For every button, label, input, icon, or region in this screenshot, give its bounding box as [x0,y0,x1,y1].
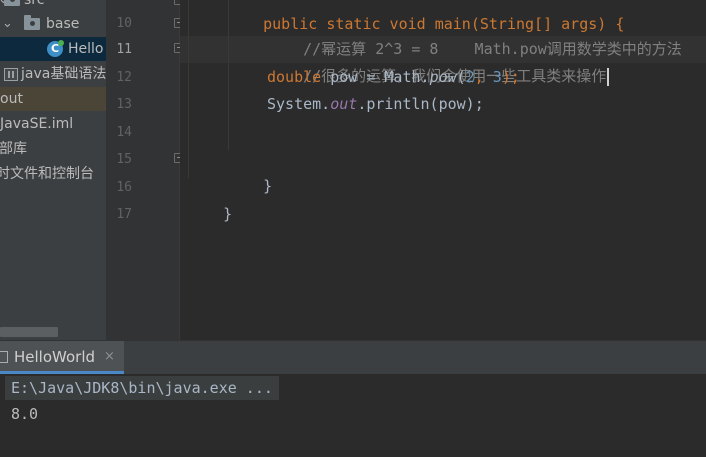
indent-guide [188,0,189,178]
horizontal-scrollbar[interactable] [0,327,58,337]
code-text: System. [267,95,331,113]
code-brace: } [263,177,273,195]
code-brace: } [223,205,233,223]
code-text: ( [456,68,466,86]
code-method: pow [429,68,457,86]
code-line-11: //很多的运算，我们会使用一些工具类来操作 [267,36,610,86]
code-keyword: double [267,68,322,86]
line-number: 15 [116,152,132,167]
run-tool-window-tabbar: HelloWorld × [0,340,706,374]
line-number: 10 [116,16,132,31]
code-line-16: } [187,174,232,223]
code-line-10: //幂运算 2^3 = 8 Math.pow调用数学类中的方法 [267,9,682,58]
tree-item-base[interactable]: ⌄ base [0,12,106,36]
folder-icon [4,0,20,6]
code-text: .println(pow); [357,95,484,113]
tab-helloworld[interactable]: HelloWorld × [0,341,124,374]
tree-item-label: 部库 [0,141,27,157]
tree-item-scratches[interactable]: 时文件和控制台 [0,162,106,186]
tree-item-javase-iml[interactable]: JavaSE.iml [0,112,106,136]
tree-item-label: src [24,0,45,8]
console-output: 8.0 [11,405,39,423]
code-field: out [330,95,358,113]
line-number: 12 [116,70,132,85]
line-number-current: 11 [116,42,132,57]
tree-item-src[interactable]: ⌄ src [0,0,106,12]
code-line-15: } [227,146,272,195]
chevron-down-icon[interactable]: ⌄ [2,12,13,36]
tree-item-out[interactable]: out [0,87,106,111]
line-number: 16 [116,180,132,195]
text-caret [607,67,610,86]
tree-item-hello[interactable]: C Hello [0,37,106,61]
code-line-13: System.out.println(pow); [267,91,484,118]
close-icon[interactable]: × [104,341,115,373]
tree-item-label: Hello [68,41,104,57]
tree-item-label: JavaSE.iml [0,116,74,132]
code-number: 3 [492,68,502,86]
tree-item-label: out [0,91,23,107]
code-text: , [474,68,493,86]
tree-item-external-libraries[interactable]: 部库 [0,137,106,161]
console-command-line[interactable]: E:\Java\JDK8\bin\java.exe ... [5,376,279,400]
tree-item-label: 时文件和控制台 [0,166,94,182]
code-text: pow = Math. [321,68,430,86]
tree-item-label: java基础语法 [21,66,106,82]
project-panel: ⌄ src ⌄ base C Hello java基础语法 out JavaSE… [0,0,106,340]
code-editor[interactable]: public static void main(String[] args) {… [180,0,706,340]
code-number: 2 [465,68,475,86]
java-class-icon: C [47,40,64,57]
package-icon [24,15,40,30]
code-line-12: double pow = Math.pow(2, 3); [267,64,520,91]
tree-item-label: base [46,16,80,32]
line-number: 14 [116,125,132,140]
code-text: ); [501,68,520,86]
tree-item-java-basics[interactable]: java基础语法 [0,62,106,86]
module-icon [4,68,18,81]
tab-label: HelloWorld [14,348,96,366]
run-console[interactable]: E:\Java\JDK8\bin\java.exe ... 8.0 [0,374,706,457]
line-number: 17 [116,207,132,222]
line-number: 13 [116,97,132,112]
run-config-icon [0,351,8,363]
